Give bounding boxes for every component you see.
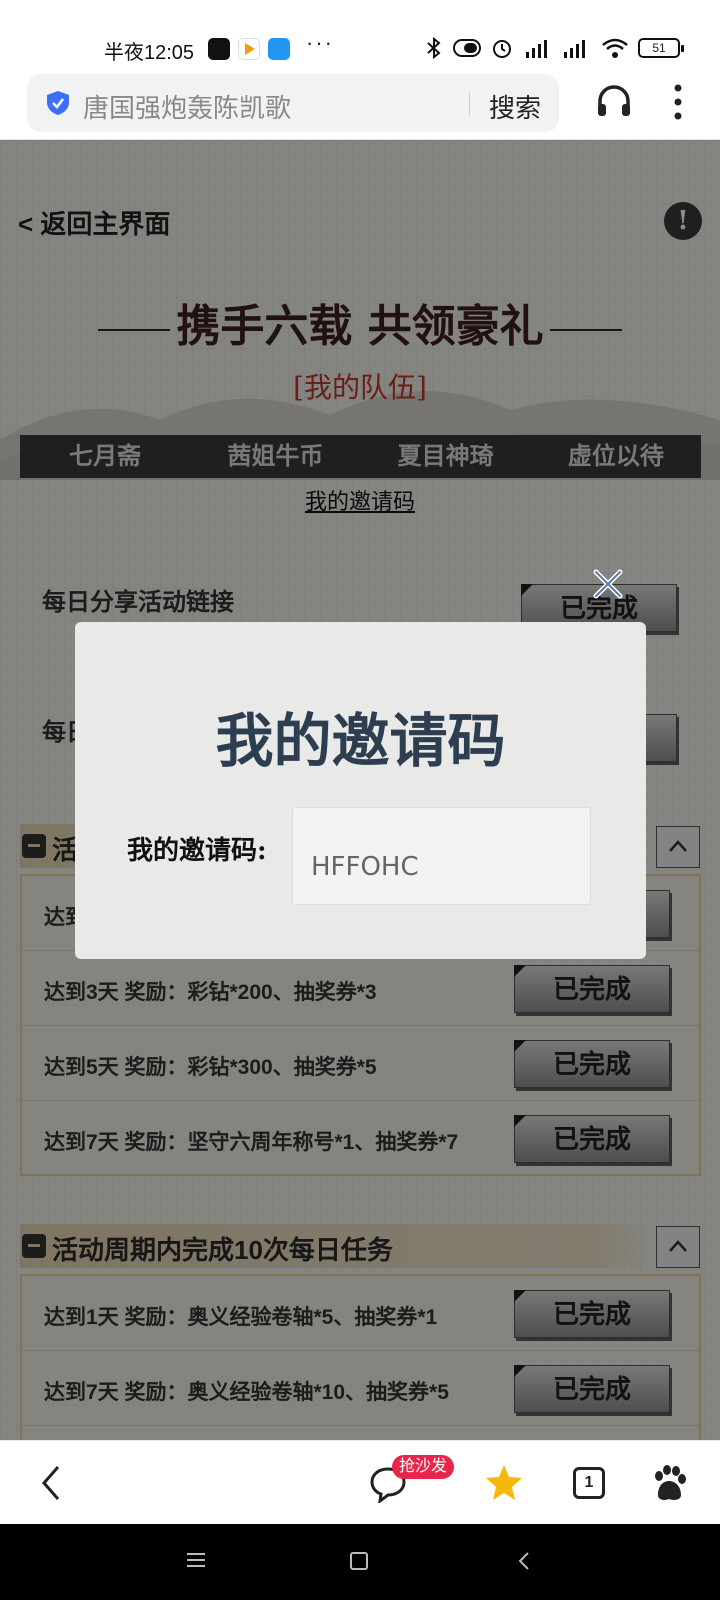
tiktok-icon — [208, 38, 230, 60]
headphone-icon[interactable] — [596, 84, 632, 118]
message-app-icon — [268, 38, 290, 60]
signal-icon — [564, 40, 585, 58]
more-notifications-icon: ··· — [306, 30, 334, 55]
invite-code-label: 我的邀请码: — [127, 836, 267, 866]
wifi-icon — [602, 38, 628, 58]
modal-title: 我的邀请码 — [215, 707, 506, 775]
back-arrow-icon[interactable] — [36, 1463, 66, 1503]
invite-code-modal: 我的邀请码 我的邀请码: HFFOHC — [75, 622, 646, 959]
search-bar[interactable]: 唐国强炮轰陈凯歌 搜索 — [27, 74, 559, 132]
alarm-icon — [493, 40, 511, 58]
bluetooth-icon — [427, 36, 441, 60]
shield-icon — [47, 91, 69, 115]
recents-icon[interactable] — [186, 1552, 206, 1568]
status-time: 半夜12:05 — [104, 42, 195, 64]
star-icon[interactable] — [484, 1463, 524, 1503]
play-icon — [238, 38, 260, 60]
status-indicators: 51 — [424, 36, 684, 60]
more-vertical-icon[interactable] — [666, 82, 690, 122]
tabs-button[interactable]: 1 — [573, 1467, 605, 1499]
vibrate-icon — [453, 39, 481, 57]
search-button[interactable]: 搜索 — [489, 88, 541, 125]
system-nav-bar — [0, 1524, 720, 1600]
notification-icons — [208, 38, 290, 60]
home-icon[interactable] — [350, 1552, 368, 1570]
close-icon[interactable] — [590, 566, 626, 602]
comment-badge: 抢沙发 — [392, 1455, 455, 1479]
status-bar: 半夜12:05 ··· 51 — [0, 0, 720, 70]
signal-hd-icon — [526, 40, 547, 58]
browser-bottom-bar: 抢沙发 1 — [0, 1440, 720, 1524]
system-back-icon[interactable] — [518, 1551, 530, 1571]
baidu-paw-icon[interactable] — [650, 1463, 688, 1503]
browser-toolbar: 唐国强炮轰陈凯歌 搜索 — [0, 70, 720, 140]
battery-icon: 51 — [638, 38, 684, 58]
search-query[interactable]: 唐国强炮轰陈凯歌 — [83, 88, 291, 125]
search-divider — [469, 92, 470, 116]
invite-code-field[interactable]: HFFOHC — [292, 807, 591, 905]
